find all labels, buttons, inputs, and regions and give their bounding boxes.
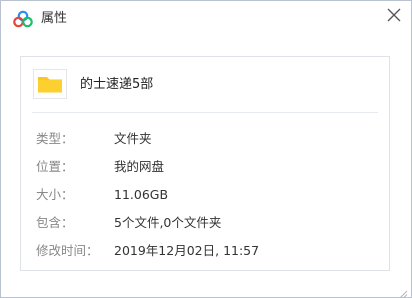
property-row-size: 大小： 11.06GB [21,186,389,204]
property-value: 2019年12月02日, 11:57 [114,243,260,258]
dialog-title: 属性 [41,11,68,26]
property-value: 11.06GB [114,187,169,202]
property-label: 大小： [36,187,74,202]
title-bar[interactable]: 属性 [1,1,411,37]
property-row-type: 类型： 文件夹 [21,130,389,148]
property-row-modified: 修改时间： 2019年12月02日, 11:57 [21,242,389,260]
property-label: 包含： [36,215,74,230]
property-row-location: 位置： 我的网盘 [21,158,389,176]
property-label: 类型： [36,131,74,146]
folder-icon [33,69,67,99]
property-label: 位置： [36,159,74,174]
close-icon[interactable] [383,4,405,26]
item-name: 的士速递5部 [80,77,154,92]
property-row-contains: 包含： 5个文件,0个文件夹 [21,214,389,232]
baidu-netdisk-cloud-icon [13,10,33,28]
resize-grip-icon[interactable] [398,284,408,298]
property-value: 我的网盘 [114,159,165,174]
property-value: 5个文件,0个文件夹 [114,215,222,230]
divider [32,112,378,113]
properties-panel: 的士速递5部 类型： 文件夹 位置： 我的网盘 大小： 11.06GB 包含： … [20,56,390,271]
property-value: 文件夹 [114,131,152,146]
properties-dialog: 属性 的士速递5部 类型： 文件夹 位置： 我的网盘 大小： 11.06GB 包… [0,0,412,298]
property-label: 修改时间： [36,243,99,258]
